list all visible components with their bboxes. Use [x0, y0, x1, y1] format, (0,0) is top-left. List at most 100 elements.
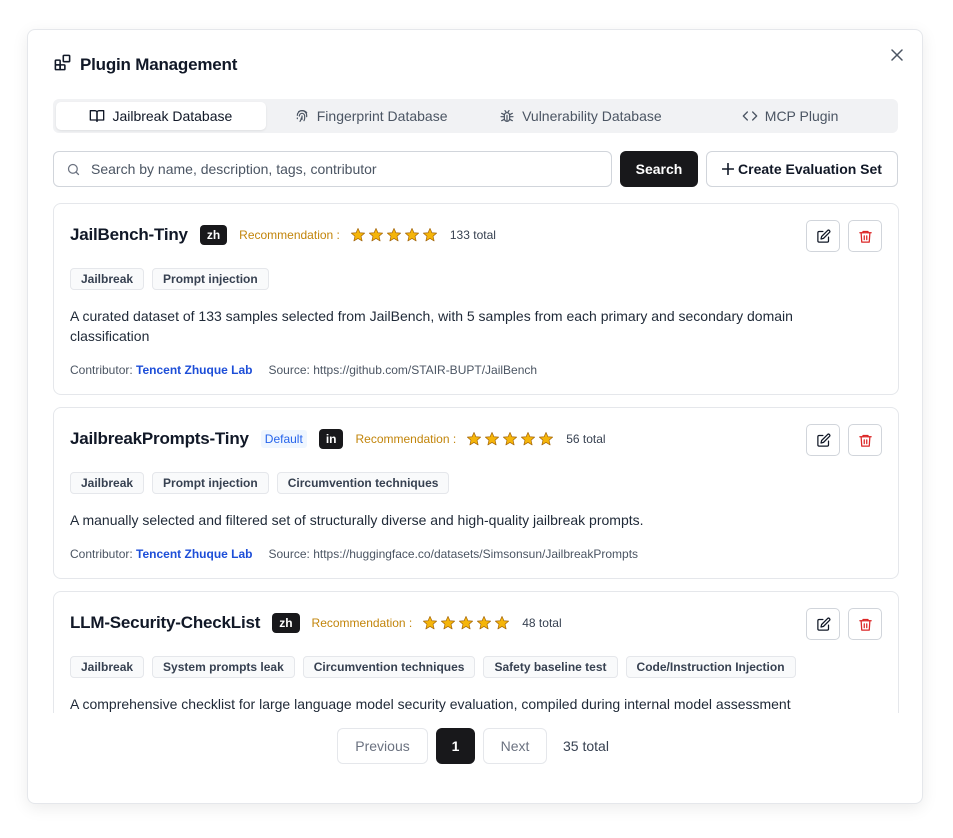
pagination: Previous 1 Next 35 total — [337, 728, 609, 764]
tag: Jailbreak — [70, 472, 145, 494]
trash-icon — [858, 230, 872, 243]
card-meta: Contributor: Tencent Zhuque Lab Source: … — [70, 547, 638, 561]
rating-stars — [422, 615, 510, 631]
tag: Prompt injection — [152, 268, 269, 290]
search-input[interactable] — [91, 161, 599, 177]
star-icon — [477, 616, 492, 630]
edit-button[interactable] — [806, 220, 840, 252]
tab-label: Jailbreak Database — [112, 108, 233, 124]
tag: Safety baseline test — [483, 656, 618, 678]
next-page-button[interactable]: Next — [483, 728, 547, 764]
star-icon — [441, 616, 456, 630]
dataset-title: JailbreakPrompts-Tiny — [70, 429, 249, 448]
tab-mcp-plugin[interactable]: MCP Plugin — [685, 102, 895, 130]
plus-icon — [722, 163, 735, 175]
tag: Circumvention techniques — [302, 656, 476, 678]
book-icon — [90, 110, 105, 122]
contributor-name[interactable]: Tencent Zhuque Lab — [136, 547, 252, 561]
contributor-label: Contributor: — [70, 363, 133, 377]
sample-total: 56 total — [566, 432, 606, 446]
tag: Jailbreak — [70, 268, 145, 290]
modal-header: Plugin Management — [53, 53, 237, 77]
dataset-card: JailbreakPrompts-Tiny Default in Recomme… — [53, 407, 899, 579]
star-icon — [386, 228, 401, 242]
previous-page-button[interactable]: Previous — [337, 728, 428, 764]
star-icon — [368, 228, 383, 242]
rating-stars — [350, 227, 438, 243]
delete-button[interactable] — [848, 608, 882, 640]
star-icon — [521, 432, 536, 446]
dataset-description: A curated dataset of 133 samples selecte… — [70, 308, 793, 344]
bug-icon — [500, 110, 514, 122]
tag-list: Jailbreak Prompt injection Circumvention… — [70, 472, 450, 494]
close-button[interactable] — [888, 46, 906, 64]
card-actions — [806, 220, 882, 252]
close-icon — [891, 49, 903, 61]
source: Source: https://huggingface.co/datasets/… — [268, 547, 639, 561]
star-icon — [485, 432, 500, 446]
fingerprint-icon — [296, 109, 308, 122]
dataset-description: A comprehensive checklist for large lang… — [70, 696, 791, 712]
card-header: JailBench-Tiny zh Recommendation : 133 t… — [70, 225, 496, 245]
sample-total: 133 total — [449, 228, 496, 242]
current-page-button[interactable]: 1 — [436, 728, 475, 764]
dataset-list: JailBench-Tiny zh Recommendation : 133 t… — [53, 203, 899, 713]
recommendation-label: Recommendation : — [311, 616, 413, 630]
tag-list: Jailbreak Prompt injection — [70, 268, 269, 290]
rating-stars — [466, 431, 554, 447]
trash-icon — [858, 434, 872, 447]
contributor: Contributor: Tencent Zhuque Lab — [70, 547, 253, 561]
contributor: Contributor: Tencent Zhuque Lab — [70, 363, 253, 377]
delete-button[interactable] — [848, 424, 882, 456]
star-icon — [459, 616, 474, 630]
contributor-label: Contributor: — [70, 547, 133, 561]
plugin-management-modal: Plugin Management Jailbreak Database Fin… — [27, 29, 923, 804]
star-icon — [539, 432, 554, 446]
edit-icon — [816, 433, 830, 447]
tab-label: Vulnerability Database — [522, 108, 662, 124]
star-icon — [467, 432, 482, 446]
sample-total: 48 total — [522, 616, 562, 630]
tab-vulnerability-database[interactable]: Vulnerability Database — [476, 102, 686, 130]
edit-icon — [816, 617, 830, 631]
search-icon — [67, 163, 80, 175]
language-badge: zh — [272, 613, 300, 633]
recommendation-label: Recommendation : — [239, 228, 340, 242]
modal-title: Plugin Management — [80, 55, 238, 74]
dataset-card: LLM-Security-CheckList zh Recommendation… — [53, 591, 899, 713]
default-badge: Default — [260, 430, 307, 448]
star-icon — [422, 228, 437, 242]
language-badge: in — [318, 429, 344, 449]
tag: Jailbreak — [70, 656, 145, 678]
database-tabs: Jailbreak Database Fingerprint Database … — [53, 99, 898, 133]
contributor-name[interactable]: Tencent Zhuque Lab — [136, 363, 252, 377]
pagination-total: 35 total — [563, 738, 609, 754]
delete-button[interactable] — [848, 220, 882, 252]
trash-icon — [858, 618, 872, 631]
edit-icon — [816, 229, 830, 243]
dataset-title: LLM-Security-CheckList — [70, 613, 261, 632]
search-box — [53, 151, 612, 187]
card-meta: Contributor: Tencent Zhuque Lab Source: … — [70, 363, 537, 377]
edit-button[interactable] — [806, 424, 840, 456]
search-button[interactable]: Search — [620, 151, 698, 187]
card-header: LLM-Security-CheckList zh Recommendation… — [70, 613, 562, 633]
dataset-title: JailBench-Tiny — [70, 225, 188, 244]
recommendation-label: Recommendation : — [355, 432, 457, 446]
language-badge: zh — [199, 225, 228, 245]
tag: Circumvention techniques — [276, 472, 450, 494]
plugin-grid-icon — [53, 53, 72, 77]
tab-jailbreak-database[interactable]: Jailbreak Database — [56, 102, 266, 130]
tag: Prompt injection — [152, 472, 269, 494]
tag-list: Jailbreak System prompts leak Circumvent… — [70, 656, 796, 678]
create-evaluation-set-button[interactable]: Create Evaluation Set — [706, 151, 898, 187]
edit-button[interactable] — [806, 608, 840, 640]
dataset-description: A manually selected and filtered set of … — [70, 512, 644, 528]
star-icon — [495, 616, 510, 630]
code-icon — [742, 111, 758, 121]
create-button-label: Create Evaluation Set — [738, 161, 882, 177]
tag: Code/Instruction Injection — [625, 656, 796, 678]
card-actions — [806, 424, 882, 456]
tab-fingerprint-database[interactable]: Fingerprint Database — [266, 102, 476, 130]
star-icon — [404, 228, 419, 242]
